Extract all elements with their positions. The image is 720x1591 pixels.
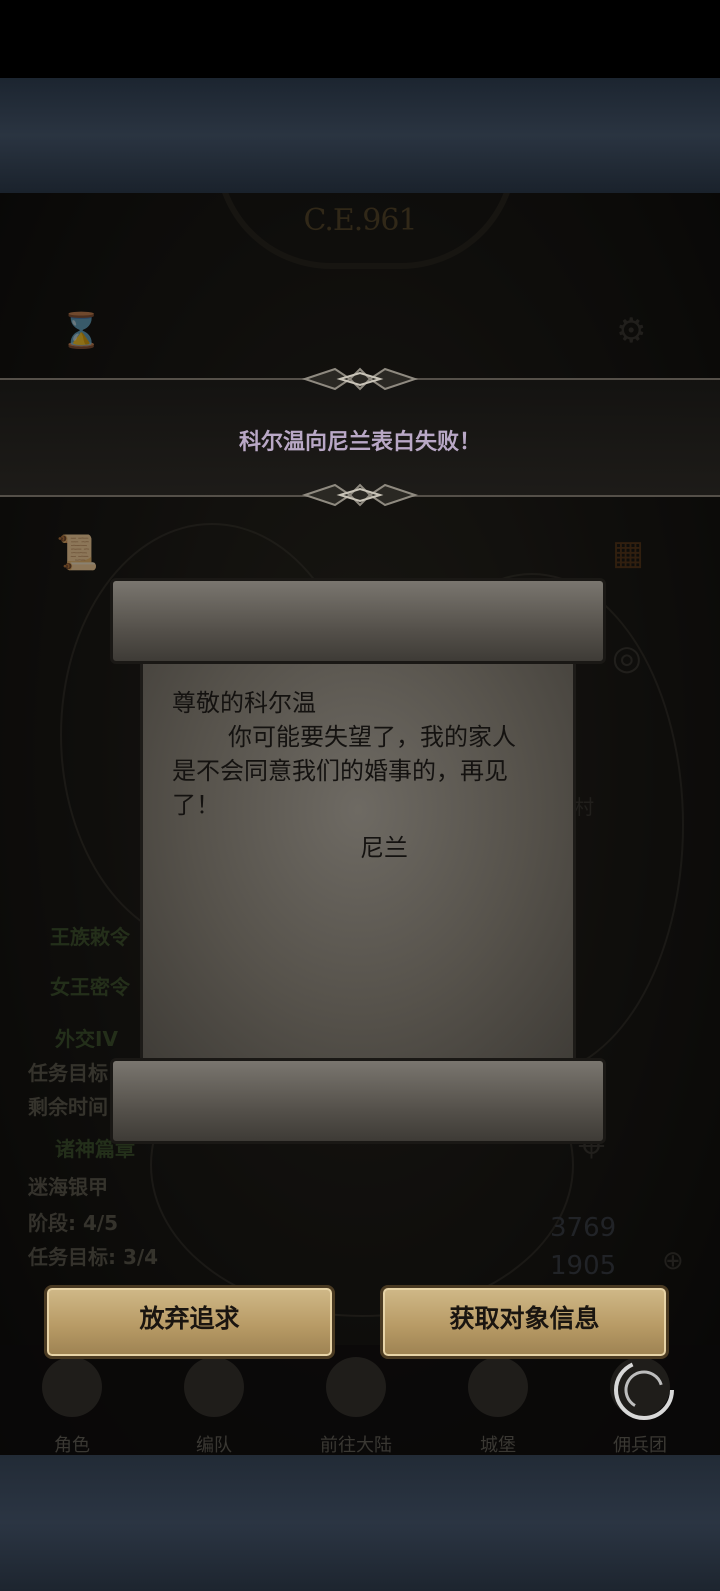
letterbox-bottom	[0, 1455, 720, 1591]
character-icon	[42, 1357, 102, 1417]
letter-salutation: 尊敬的科尔温	[172, 689, 316, 717]
formation-icon	[184, 1357, 244, 1417]
status-bar	[0, 0, 720, 78]
nav-character[interactable]: 角色	[22, 1431, 122, 1455]
game-viewport: C.E.961 ⌛ ⚙ 📜 ▦ ◎ ⌖ ⊕ 村 王族敕令 女王密令 外交IV 任…	[0, 193, 720, 1455]
nav-formation[interactable]: 编队	[164, 1431, 264, 1455]
compass-icon	[326, 1357, 386, 1417]
scroll-roll-bottom	[110, 1058, 606, 1144]
loading-spinner-icon	[614, 1360, 674, 1420]
letter-signature: 尼兰	[360, 834, 408, 862]
castle-nav-icon	[468, 1357, 528, 1417]
nav-mercenary[interactable]: 佣兵团	[590, 1431, 690, 1455]
get-target-info-button[interactable]: 获取对象信息	[380, 1285, 669, 1359]
letterbox-top	[0, 78, 720, 193]
letter-scroll: 尊敬的科尔温 你可能要失望了，我的家人是不会同意我们的婚事的，再见了！ 尼兰	[110, 578, 606, 1144]
nav-continent[interactable]: 前往大陆	[306, 1431, 406, 1455]
ornament-bottom-icon	[301, 483, 419, 507]
letter-body: 你可能要失望了，我的家人是不会同意我们的婚事的，再见了！	[172, 723, 516, 819]
letter-text: 尊敬的科尔温 你可能要失望了，我的家人是不会同意我们的婚事的，再见了！	[172, 686, 532, 822]
notification-text: 科尔温向尼兰表白失败！	[238, 430, 481, 455]
notification-banner: 科尔温向尼兰表白失败！	[0, 367, 720, 507]
nav-castle[interactable]: 城堡	[448, 1431, 548, 1455]
scroll-roll-top	[110, 578, 606, 664]
ornament-top-icon	[301, 367, 419, 391]
abandon-pursuit-button[interactable]: 放弃追求	[44, 1285, 335, 1359]
